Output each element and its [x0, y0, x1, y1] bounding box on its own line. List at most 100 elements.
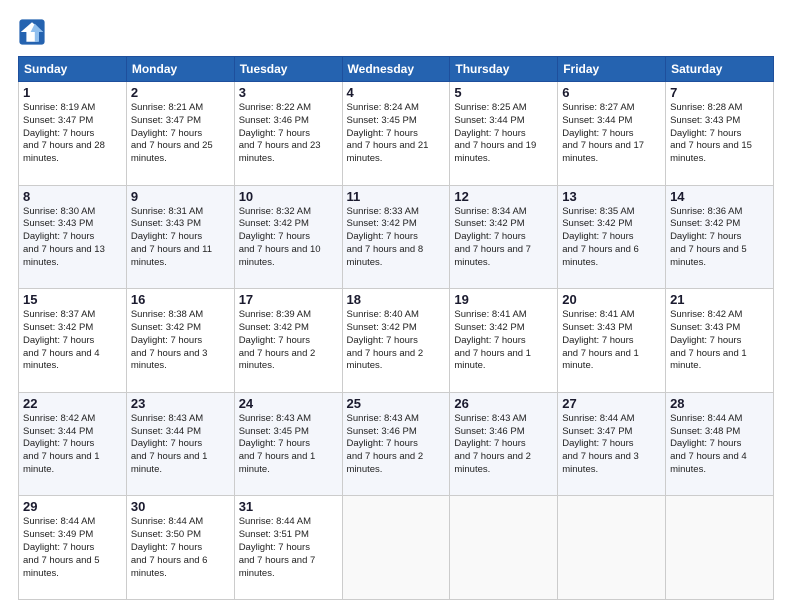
header [18, 18, 774, 46]
page: SundayMondayTuesdayWednesdayThursdayFrid… [0, 0, 792, 612]
calendar-cell: 29 Sunrise: 8:44 AM Sunset: 3:49 PM Dayl… [19, 496, 127, 600]
day-info: Sunrise: 8:19 AM Sunset: 3:47 PM Dayligh… [23, 102, 122, 166]
day-number: 4 [347, 85, 446, 100]
day-info: Sunrise: 8:21 AM Sunset: 3:47 PM Dayligh… [131, 102, 230, 166]
day-number: 12 [454, 189, 553, 204]
calendar-cell: 8 Sunrise: 8:30 AM Sunset: 3:43 PM Dayli… [19, 185, 127, 289]
day-info: Sunrise: 8:41 AM Sunset: 3:43 PM Dayligh… [562, 309, 661, 373]
col-header-monday: Monday [126, 57, 234, 82]
day-info: Sunrise: 8:22 AM Sunset: 3:46 PM Dayligh… [239, 102, 338, 166]
day-info: Sunrise: 8:37 AM Sunset: 3:42 PM Dayligh… [23, 309, 122, 373]
day-info: Sunrise: 8:44 AM Sunset: 3:51 PM Dayligh… [239, 516, 338, 580]
calendar-cell: 6 Sunrise: 8:27 AM Sunset: 3:44 PM Dayli… [558, 82, 666, 186]
day-number: 29 [23, 499, 122, 514]
day-info: Sunrise: 8:30 AM Sunset: 3:43 PM Dayligh… [23, 206, 122, 270]
calendar-cell: 20 Sunrise: 8:41 AM Sunset: 3:43 PM Dayl… [558, 289, 666, 393]
calendar-cell: 19 Sunrise: 8:41 AM Sunset: 3:42 PM Dayl… [450, 289, 558, 393]
calendar-cell: 26 Sunrise: 8:43 AM Sunset: 3:46 PM Dayl… [450, 392, 558, 496]
day-info: Sunrise: 8:42 AM Sunset: 3:43 PM Dayligh… [670, 309, 769, 373]
day-number: 11 [347, 189, 446, 204]
day-info: Sunrise: 8:43 AM Sunset: 3:45 PM Dayligh… [239, 413, 338, 477]
calendar-cell: 31 Sunrise: 8:44 AM Sunset: 3:51 PM Dayl… [234, 496, 342, 600]
calendar-cell: 5 Sunrise: 8:25 AM Sunset: 3:44 PM Dayli… [450, 82, 558, 186]
day-number: 1 [23, 85, 122, 100]
calendar-cell: 28 Sunrise: 8:44 AM Sunset: 3:48 PM Dayl… [666, 392, 774, 496]
calendar-cell: 30 Sunrise: 8:44 AM Sunset: 3:50 PM Dayl… [126, 496, 234, 600]
calendar-cell: 11 Sunrise: 8:33 AM Sunset: 3:42 PM Dayl… [342, 185, 450, 289]
day-number: 10 [239, 189, 338, 204]
day-number: 2 [131, 85, 230, 100]
day-number: 21 [670, 292, 769, 307]
day-info: Sunrise: 8:27 AM Sunset: 3:44 PM Dayligh… [562, 102, 661, 166]
day-info: Sunrise: 8:28 AM Sunset: 3:43 PM Dayligh… [670, 102, 769, 166]
calendar-cell [450, 496, 558, 600]
day-number: 25 [347, 396, 446, 411]
day-info: Sunrise: 8:39 AM Sunset: 3:42 PM Dayligh… [239, 309, 338, 373]
day-number: 28 [670, 396, 769, 411]
col-header-friday: Friday [558, 57, 666, 82]
logo [18, 18, 50, 46]
day-number: 17 [239, 292, 338, 307]
day-number: 23 [131, 396, 230, 411]
day-info: Sunrise: 8:24 AM Sunset: 3:45 PM Dayligh… [347, 102, 446, 166]
col-header-wednesday: Wednesday [342, 57, 450, 82]
calendar-cell: 22 Sunrise: 8:42 AM Sunset: 3:44 PM Dayl… [19, 392, 127, 496]
day-info: Sunrise: 8:36 AM Sunset: 3:42 PM Dayligh… [670, 206, 769, 270]
calendar-cell: 21 Sunrise: 8:42 AM Sunset: 3:43 PM Dayl… [666, 289, 774, 393]
calendar-cell: 23 Sunrise: 8:43 AM Sunset: 3:44 PM Dayl… [126, 392, 234, 496]
calendar-cell: 3 Sunrise: 8:22 AM Sunset: 3:46 PM Dayli… [234, 82, 342, 186]
calendar-cell: 25 Sunrise: 8:43 AM Sunset: 3:46 PM Dayl… [342, 392, 450, 496]
calendar-cell [558, 496, 666, 600]
day-number: 27 [562, 396, 661, 411]
calendar-cell: 15 Sunrise: 8:37 AM Sunset: 3:42 PM Dayl… [19, 289, 127, 393]
calendar-cell: 4 Sunrise: 8:24 AM Sunset: 3:45 PM Dayli… [342, 82, 450, 186]
day-info: Sunrise: 8:32 AM Sunset: 3:42 PM Dayligh… [239, 206, 338, 270]
col-header-thursday: Thursday [450, 57, 558, 82]
day-number: 18 [347, 292, 446, 307]
day-number: 19 [454, 292, 553, 307]
day-info: Sunrise: 8:42 AM Sunset: 3:44 PM Dayligh… [23, 413, 122, 477]
calendar-cell: 27 Sunrise: 8:44 AM Sunset: 3:47 PM Dayl… [558, 392, 666, 496]
calendar-cell: 10 Sunrise: 8:32 AM Sunset: 3:42 PM Dayl… [234, 185, 342, 289]
day-info: Sunrise: 8:33 AM Sunset: 3:42 PM Dayligh… [347, 206, 446, 270]
day-number: 31 [239, 499, 338, 514]
calendar-cell [666, 496, 774, 600]
day-number: 3 [239, 85, 338, 100]
calendar-cell: 18 Sunrise: 8:40 AM Sunset: 3:42 PM Dayl… [342, 289, 450, 393]
calendar-cell: 9 Sunrise: 8:31 AM Sunset: 3:43 PM Dayli… [126, 185, 234, 289]
calendar-cell: 16 Sunrise: 8:38 AM Sunset: 3:42 PM Dayl… [126, 289, 234, 393]
col-header-sunday: Sunday [19, 57, 127, 82]
day-number: 8 [23, 189, 122, 204]
day-info: Sunrise: 8:31 AM Sunset: 3:43 PM Dayligh… [131, 206, 230, 270]
day-info: Sunrise: 8:44 AM Sunset: 3:50 PM Dayligh… [131, 516, 230, 580]
day-number: 24 [239, 396, 338, 411]
day-info: Sunrise: 8:44 AM Sunset: 3:48 PM Dayligh… [670, 413, 769, 477]
day-number: 7 [670, 85, 769, 100]
day-info: Sunrise: 8:34 AM Sunset: 3:42 PM Dayligh… [454, 206, 553, 270]
day-number: 20 [562, 292, 661, 307]
day-number: 16 [131, 292, 230, 307]
calendar-cell: 17 Sunrise: 8:39 AM Sunset: 3:42 PM Dayl… [234, 289, 342, 393]
col-header-saturday: Saturday [666, 57, 774, 82]
day-number: 22 [23, 396, 122, 411]
day-info: Sunrise: 8:35 AM Sunset: 3:42 PM Dayligh… [562, 206, 661, 270]
calendar-cell: 7 Sunrise: 8:28 AM Sunset: 3:43 PM Dayli… [666, 82, 774, 186]
day-number: 5 [454, 85, 553, 100]
day-info: Sunrise: 8:38 AM Sunset: 3:42 PM Dayligh… [131, 309, 230, 373]
calendar-cell: 12 Sunrise: 8:34 AM Sunset: 3:42 PM Dayl… [450, 185, 558, 289]
calendar-cell: 14 Sunrise: 8:36 AM Sunset: 3:42 PM Dayl… [666, 185, 774, 289]
logo-icon [18, 18, 46, 46]
day-number: 9 [131, 189, 230, 204]
col-header-tuesday: Tuesday [234, 57, 342, 82]
day-number: 14 [670, 189, 769, 204]
day-number: 26 [454, 396, 553, 411]
calendar-cell: 2 Sunrise: 8:21 AM Sunset: 3:47 PM Dayli… [126, 82, 234, 186]
day-number: 30 [131, 499, 230, 514]
day-info: Sunrise: 8:25 AM Sunset: 3:44 PM Dayligh… [454, 102, 553, 166]
day-info: Sunrise: 8:40 AM Sunset: 3:42 PM Dayligh… [347, 309, 446, 373]
day-info: Sunrise: 8:44 AM Sunset: 3:47 PM Dayligh… [562, 413, 661, 477]
day-number: 13 [562, 189, 661, 204]
calendar-cell: 13 Sunrise: 8:35 AM Sunset: 3:42 PM Dayl… [558, 185, 666, 289]
day-number: 6 [562, 85, 661, 100]
calendar-table: SundayMondayTuesdayWednesdayThursdayFrid… [18, 56, 774, 600]
